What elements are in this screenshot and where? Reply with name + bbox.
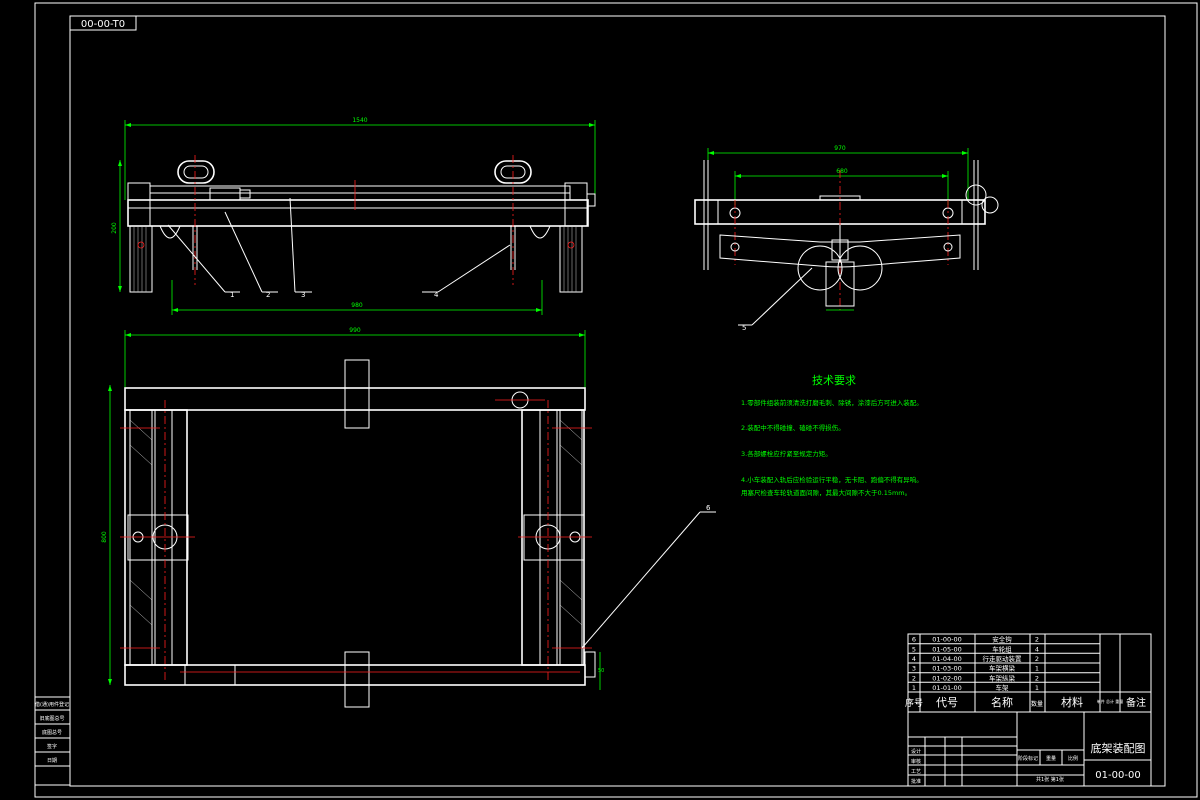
tb-scale: 比例 bbox=[1068, 755, 1078, 762]
stamp-row-5: 日期 bbox=[47, 758, 57, 764]
title-block: 设计 审核 工艺 批准 阶段标记 重量 比例 共1张 第1张 底架装配图 01-… bbox=[907, 711, 1152, 787]
bom-header-material: 材料 bbox=[1061, 695, 1083, 709]
tb-stage: 阶段标记 bbox=[1018, 755, 1038, 762]
side-view: 970 680 5 bbox=[694, 145, 999, 332]
technical-requirements: 技术要求 1.零部件组装前须清洗打磨毛刺、除锈，涂漆后方可进入装配。 2.装配中… bbox=[741, 374, 923, 497]
bom-cell-code: 01-01-00 bbox=[932, 684, 962, 692]
bom-cell-qty: 2 bbox=[1035, 636, 1039, 644]
plan-view: 990 800 50 6 bbox=[101, 327, 716, 708]
tech-line-2: 2.装配中不得碰撞、磕碰不得损伤。 bbox=[741, 423, 845, 432]
bom-cell-code: 01-04-00 bbox=[932, 655, 962, 663]
balloon-4: 4 bbox=[434, 291, 439, 299]
bom-cell-no: 4 bbox=[912, 655, 916, 663]
bom-header-code: 代号 bbox=[936, 696, 958, 709]
dim-plan-height: 800 bbox=[101, 531, 108, 543]
bom-header-name: 名称 bbox=[991, 695, 1013, 709]
dim-front-lower: 980 bbox=[351, 302, 363, 309]
dim-side-top: 970 bbox=[834, 145, 846, 152]
bom-header-remark: 备注 bbox=[1126, 696, 1146, 709]
dim-side-inner: 680 bbox=[836, 168, 848, 175]
balloon-6: 6 bbox=[706, 504, 711, 512]
tb-process: 工艺 bbox=[911, 769, 921, 775]
bom-cell-code: 01-03-00 bbox=[932, 665, 962, 673]
balloon-5: 5 bbox=[742, 324, 746, 332]
bom-cell-code: 01-00-00 bbox=[932, 636, 962, 644]
bom-cell-no: 2 bbox=[912, 674, 916, 682]
stamp-row-4: 签字 bbox=[47, 743, 57, 750]
tb-weight: 重量 bbox=[1046, 755, 1056, 762]
balloon-1: 1 bbox=[230, 291, 234, 299]
dim-plan-length: 990 bbox=[349, 327, 361, 334]
tech-title: 技术要求 bbox=[812, 374, 856, 387]
tb-code: 01-00-00 bbox=[1095, 770, 1140, 781]
bom-cell-no: 3 bbox=[912, 665, 916, 673]
bom-cell-qty: 2 bbox=[1035, 655, 1039, 663]
bom-cell-name: 车架 bbox=[996, 683, 1010, 692]
bom-cell-qty: 4 bbox=[1035, 645, 1039, 653]
bom-cell-no: 1 bbox=[912, 684, 916, 692]
bom-cell-name: 安全钩 bbox=[992, 635, 1012, 644]
balloon-3: 3 bbox=[301, 291, 305, 299]
bom-table: 6 01-00-00 安全钩 2 5 01-05-00 车轮组 4 4 01-04-00 行走驱动装… bbox=[905, 633, 1152, 713]
bom-cell-code: 01-02-00 bbox=[932, 674, 962, 682]
front-view: 1540 200 980 1 2 3 4 bbox=[111, 117, 596, 315]
dim-front-length: 1540 bbox=[352, 117, 367, 124]
bom-cell-name: 车架纵梁 bbox=[989, 673, 1016, 682]
drawing-canvas: 00-00-T0 借(通)用件登记 旧底图总号 底图总号 签字 日期 1540 … bbox=[34, 2, 1198, 798]
tech-line-3: 3.各部螺栓应拧紧至规定力矩。 bbox=[741, 449, 832, 458]
stamp-row-1: 借(通)用件登记 bbox=[35, 701, 69, 708]
bom-header-no: 序号 bbox=[905, 697, 923, 709]
bom-cell-code: 01-05-00 bbox=[932, 645, 962, 653]
tech-line-4b: 用塞尺检查车轮轨道面间隙，其最大间隙不大于0.15mm。 bbox=[741, 488, 911, 497]
tech-line-4a: 4.小车装配入轨后应检验运行平稳，无卡阻、跑偏不得有异响。 bbox=[741, 475, 923, 484]
bom-cell-no: 6 bbox=[912, 636, 916, 644]
bom-header-weight: 单件 总计 重量 bbox=[1097, 698, 1124, 704]
tb-check: 审核 bbox=[911, 758, 921, 765]
drawing-code-box: 00-00-T0 bbox=[69, 15, 137, 31]
dim-plan-small: 50 bbox=[598, 668, 604, 674]
left-stamp: 借(通)用件登记 旧底图总号 底图总号 签字 日期 bbox=[34, 696, 71, 786]
drawing-code-top: 00-00-T0 bbox=[81, 19, 125, 30]
dim-front-height: 200 bbox=[111, 222, 118, 234]
tb-approve: 批准 bbox=[911, 778, 921, 785]
tech-line-1: 1.零部件组装前须清洗打磨毛刺、除锈，涂漆后方可进入装配。 bbox=[741, 398, 923, 407]
stamp-row-3: 底图总号 bbox=[42, 729, 62, 736]
bom-cell-no: 5 bbox=[912, 645, 916, 653]
tb-sheet: 共1张 第1张 bbox=[1036, 776, 1064, 783]
bom-header-qty: 数量 bbox=[1031, 700, 1043, 708]
bom-cell-name: 车轮组 bbox=[992, 644, 1012, 653]
outer-border bbox=[34, 2, 1198, 798]
tb-design: 设计 bbox=[911, 748, 921, 755]
bom-cell-qty: 1 bbox=[1035, 684, 1039, 692]
bom-cell-qty: 2 bbox=[1035, 674, 1039, 682]
bom-cell-name: 行走驱动装置 bbox=[983, 654, 1023, 663]
tb-title: 底架装配图 bbox=[1091, 741, 1146, 755]
bom-cell-name: 车架横梁 bbox=[989, 664, 1016, 673]
bom-cell-qty: 1 bbox=[1035, 665, 1039, 673]
stamp-row-2: 旧底图总号 bbox=[39, 715, 64, 722]
balloon-2: 2 bbox=[266, 291, 270, 299]
